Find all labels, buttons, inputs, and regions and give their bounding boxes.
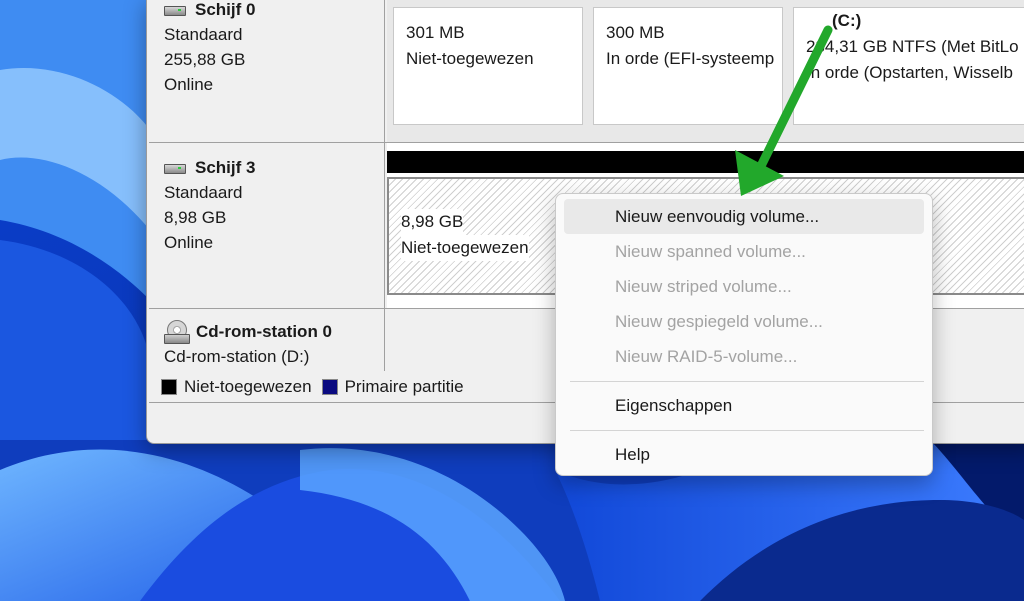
hard-disk-icon (164, 162, 186, 174)
partition-c-drive[interactable]: (C:) 234,31 GB NTFS (Met BitLo In orde (… (793, 7, 1024, 125)
disk-name-row: Schijf 3 (164, 155, 384, 180)
disk-partitions-schijf-0: 301 MB Niet-toegewezen 300 MB In orde (E… (387, 0, 1024, 142)
partition-size: 301 MB (406, 23, 465, 42)
disk-name: Schijf 3 (195, 158, 256, 177)
menu-item-new-spanned-volume[interactable]: Nieuw spanned volume... (564, 234, 924, 269)
unallocated-color-bar (387, 151, 1024, 173)
menu-item-new-simple-volume[interactable]: Nieuw eenvoudig volume... (564, 199, 924, 234)
legend-item-primary: Primaire partitie (321, 376, 464, 397)
disk-name-row: Schijf 0 (164, 0, 384, 22)
partition-status: In orde (Opstarten, Wisselb (806, 63, 1013, 82)
hard-disk-icon (164, 4, 186, 16)
partition-efi[interactable]: 300 MB In orde (EFI-systeemp (593, 7, 783, 125)
legend-label: Primaire partitie (344, 376, 464, 396)
menu-item-new-striped-volume[interactable]: Nieuw striped volume... (564, 269, 924, 304)
disk-drive: Cd-rom-station (D:) (164, 347, 310, 366)
context-menu: Nieuw eenvoudig volume... Nieuw spanned … (555, 193, 933, 476)
legend-swatch-primary (321, 378, 338, 395)
disk-row-schijf-0: Schijf 0 Standaard 255,88 GB Online 301 … (149, 0, 1024, 143)
disk-type: Standaard (164, 25, 243, 44)
legend-swatch-unallocated (161, 378, 177, 395)
menu-item-help[interactable]: Help (564, 437, 924, 472)
menu-item-properties[interactable]: Eigenschappen (564, 388, 924, 423)
menu-item-new-mirrored-volume[interactable]: Nieuw gespiegeld volume... (564, 304, 924, 339)
disk-size: 8,98 GB (164, 208, 227, 227)
partition-unallocated-301mb[interactable]: 301 MB Niet-toegewezen (393, 7, 583, 125)
menu-separator (570, 381, 924, 382)
disk-status: Online (164, 233, 214, 252)
partition-status: Niet-toegewezen (406, 49, 534, 68)
disk-label-schijf-0[interactable]: Schijf 0 Standaard 255,88 GB Online (149, 0, 385, 142)
menu-separator (570, 430, 924, 431)
disk-name: Schijf 0 (195, 0, 256, 19)
partition-status: Niet-toegewezen (401, 235, 529, 261)
partition-drive-letter: (C:) (832, 11, 862, 30)
disk-status: Online (164, 75, 214, 94)
partition-status: In orde (EFI-systeemp (606, 49, 775, 68)
disk-name: Cd-rom-station 0 (196, 322, 332, 341)
disk-label-cdrom[interactable]: Cd-rom-station 0 Cd-rom-station (D:) (149, 309, 385, 371)
legend-label: Niet-toegewezen (184, 376, 312, 396)
partition-size: 300 MB (606, 23, 665, 42)
partition-size: 8,98 GB (401, 209, 464, 235)
partition-detail: 234,31 GB NTFS (Met BitLo (806, 37, 1019, 56)
disk-label-schijf-3[interactable]: Schijf 3 Standaard 8,98 GB Online (149, 143, 385, 308)
cd-rom-icon (164, 319, 190, 344)
legend-item-unallocated: Niet-toegewezen (161, 377, 312, 397)
disk-size: 255,88 GB (164, 50, 246, 69)
disk-name-row: Cd-rom-station 0 (164, 319, 384, 344)
disk-type: Standaard (164, 183, 243, 202)
menu-item-new-raid5-volume[interactable]: Nieuw RAID-5-volume... (564, 339, 924, 374)
